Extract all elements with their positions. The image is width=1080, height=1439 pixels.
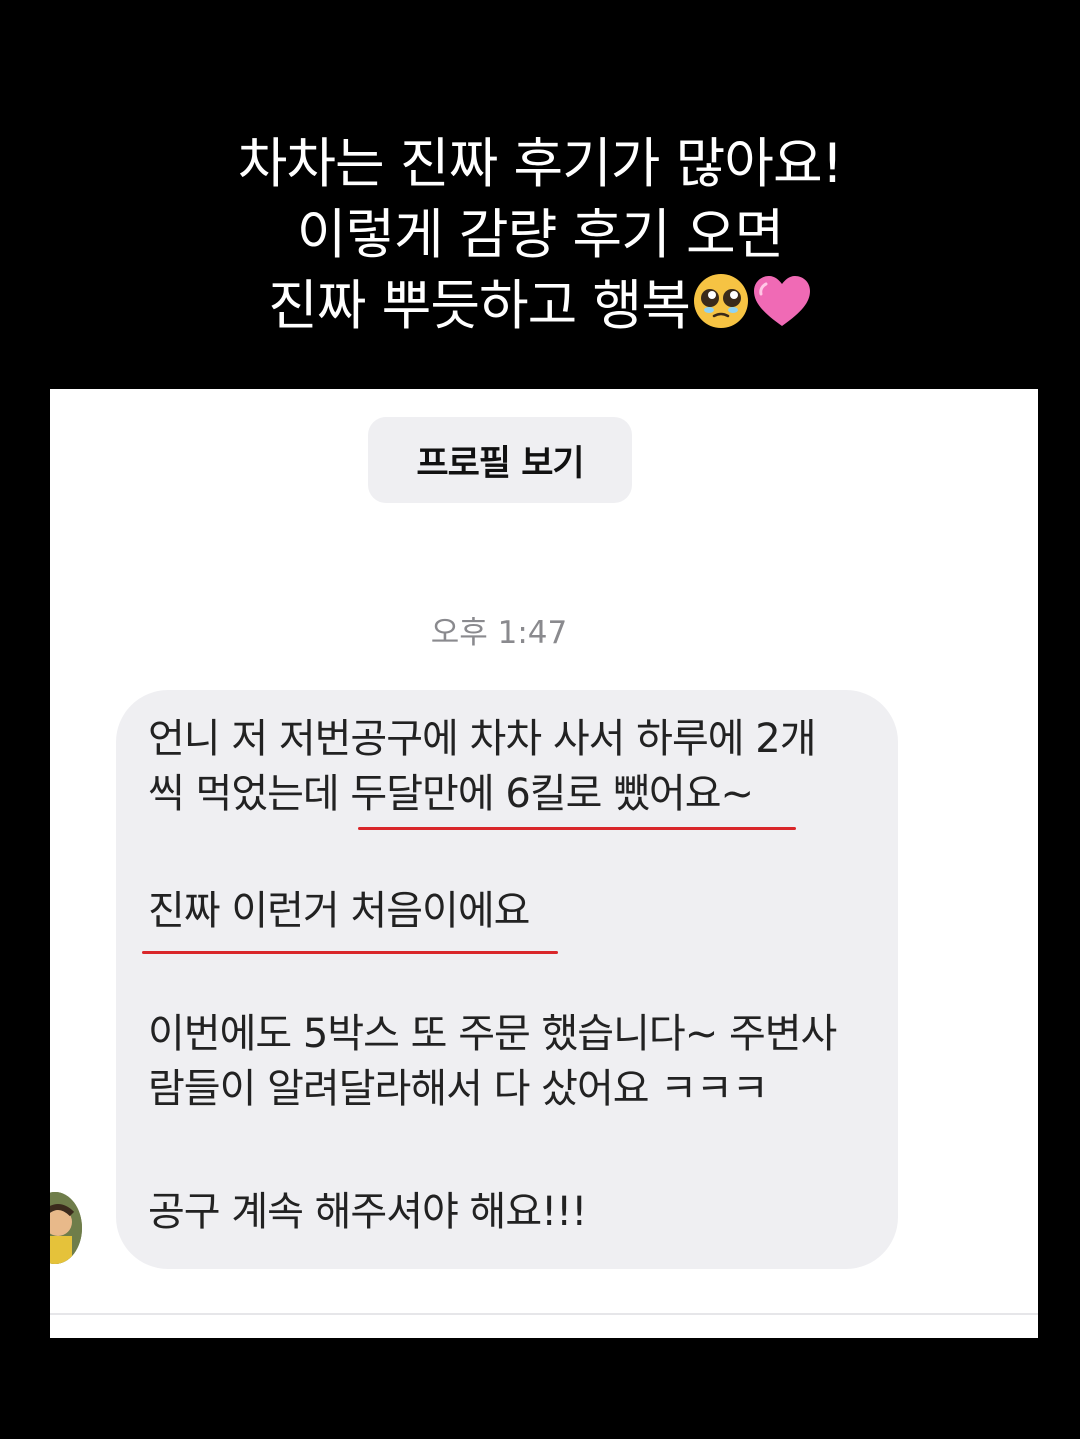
highlight-underline [142,951,558,954]
pleading-face-icon [693,274,748,328]
message-line: 람들이 알려달라해서 다 샀어요 ㅋㅋㅋ [148,1066,769,1112]
message-bubble: 언니 저 저번공구에 차차 사서 하루에 2개 씩 먹었는데 두달만에 6킬로 … [116,690,898,1269]
caption-line-3-text: 진짜 뿌듯하고 행복 [268,274,691,337]
view-profile-button[interactable]: 프로필 보기 [368,417,632,503]
caption-overlay: 차차는 진짜 후기가 많아요! 이렇게 감량 후기 오면 진짜 뿌듯하고 행복 [0,128,1080,341]
avatar-photo-icon [50,1192,82,1264]
message-line: 언니 저 저번공구에 차차 사서 하루에 2개 [148,716,817,762]
message-line: 이번에도 5박스 또 주문 했습니다~ 주변사 [148,1011,837,1057]
message-line: 씩 먹었는데 두달만에 6킬로 뺐어요~ [148,771,754,817]
message-line: 진짜 이런거 처음이에요 [148,888,530,934]
chat-screenshot: 프로필 보기 오후 1:47 언니 저 저번공구에 차차 사서 하루에 2개 씩… [50,389,1038,1338]
message-timestamp: 오후 1:47 [430,615,568,651]
caption-line-2: 이렇게 감량 후기 오면 [296,203,785,266]
highlight-underline [358,827,796,830]
sender-avatar[interactable] [50,1192,82,1264]
pink-heart-icon [753,276,810,326]
message-line: 공구 계속 해주셔야 해요!!! [148,1189,587,1235]
caption-line-1: 차차는 진짜 후기가 많아요! [237,132,844,195]
caption-line-3: 진짜 뿌듯하고 행복 [0,270,1080,341]
divider [50,1313,1038,1315]
